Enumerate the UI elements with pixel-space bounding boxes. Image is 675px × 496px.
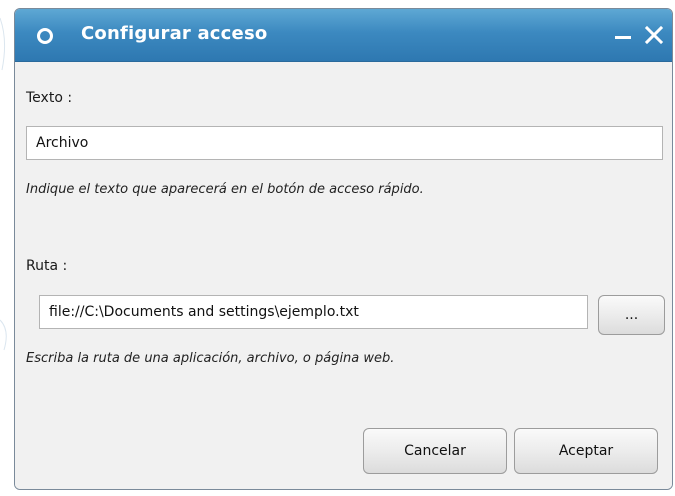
text-field-hint: Indique el texto que aparecerá en el bot… [26, 182, 424, 197]
browse-button[interactable]: ... [598, 295, 665, 335]
path-field-hint: Escriba la ruta de una aplicación, archi… [26, 351, 395, 366]
minimize-icon [615, 36, 631, 39]
text-input[interactable] [26, 126, 663, 160]
dialog-title: Configurar acceso [81, 23, 268, 44]
circle-o-icon [37, 28, 53, 44]
minimize-button[interactable] [611, 23, 635, 47]
dialog-body: Texto : Indique el texto que aparecerá e… [15, 62, 672, 489]
close-button[interactable] [642, 23, 666, 47]
text-field-label: Texto : [26, 90, 73, 106]
close-icon [644, 25, 664, 45]
path-field-label: Ruta : [26, 258, 68, 274]
configure-access-dialog: Configurar acceso Texto : Indique el tex… [14, 8, 673, 490]
accept-button[interactable]: Aceptar [514, 428, 658, 474]
path-input[interactable] [39, 295, 588, 329]
title-bar[interactable]: Configurar acceso [15, 9, 672, 62]
cancel-button[interactable]: Cancelar [363, 428, 507, 474]
